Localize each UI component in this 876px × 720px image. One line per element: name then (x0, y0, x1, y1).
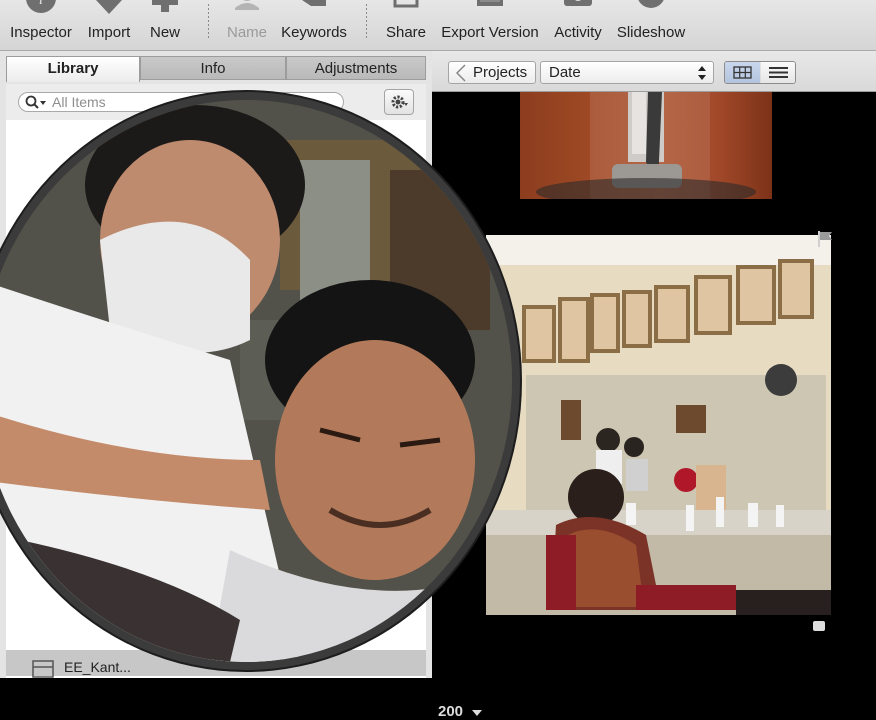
toolbar: i Inspector Import New Name Keywords (0, 0, 876, 51)
grid-view-button[interactable] (725, 62, 760, 83)
export-version-label: Export Version (441, 24, 539, 41)
search-icon (25, 95, 46, 109)
view-mode-control (724, 61, 796, 84)
name-button[interactable]: Name (222, 0, 272, 50)
select-arrows-icon (698, 66, 706, 80)
gear-icon (391, 95, 408, 109)
sort-value: Date (549, 64, 581, 81)
inspector-button[interactable]: i Inspector (4, 0, 78, 50)
slideshow-button[interactable]: Slideshow (612, 0, 690, 50)
search-placeholder: All Items (52, 94, 106, 110)
list-view-button[interactable] (761, 62, 795, 83)
name-label: Name (226, 24, 267, 41)
chevron-left-icon (455, 64, 466, 82)
tab-adjustments[interactable]: Adjustments (286, 56, 426, 80)
projects-back-button[interactable]: Projects (448, 61, 536, 84)
tab-library[interactable]: Library (6, 56, 140, 82)
projects-label: Projects (473, 64, 528, 81)
tab-info-label: Info (200, 60, 226, 77)
share-label: Share (385, 24, 427, 41)
tab-library-label: Library (47, 60, 99, 77)
loupe-magnified-image (0, 100, 512, 662)
keywords-button[interactable]: Keywords (278, 0, 350, 50)
tab-info[interactable]: Info (140, 56, 286, 80)
toolbar-separator (366, 4, 367, 38)
inspector-tabs: Library Info Adjustments (6, 56, 426, 82)
import-button[interactable]: Import (80, 0, 138, 50)
new-button[interactable]: New (142, 0, 188, 50)
toolbar-separator (208, 4, 209, 38)
activity-label: Activity (554, 24, 602, 41)
action-menu-button[interactable] (384, 89, 414, 115)
sort-select[interactable]: Date (540, 61, 714, 84)
share-icon (393, 0, 419, 8)
new-label: New (149, 24, 180, 41)
export-icon (477, 0, 503, 6)
project-box-icon (32, 660, 54, 678)
barbershop-image (486, 235, 831, 615)
info-icon: i (26, 0, 56, 13)
list-icon (769, 67, 788, 78)
plus-icon (152, 0, 178, 12)
import-arrow-icon (96, 0, 122, 14)
photo-thumbnail-tool[interactable] (520, 92, 772, 199)
activity-button[interactable]: Activity (550, 0, 606, 50)
stack-badge-icon[interactable] (813, 621, 825, 631)
browser-header: Projects Date (432, 51, 876, 92)
flag-icon[interactable] (816, 229, 836, 249)
activity-icon (564, 0, 592, 6)
grid-icon (733, 66, 752, 79)
share-button[interactable]: Share (382, 0, 430, 50)
count-chevron-icon (472, 710, 482, 716)
slideshow-label: Slideshow (616, 24, 686, 41)
tab-adjustments-label: Adjustments (314, 60, 398, 77)
person-icon (235, 0, 259, 10)
list-item-label: EE_Kant... (64, 659, 131, 675)
loupe-magnifier[interactable] (0, 92, 520, 670)
tag-icon (302, 0, 326, 6)
play-icon (638, 0, 664, 8)
thumbnail-count: 200 (438, 703, 464, 720)
svg-text:i: i (39, 0, 43, 8)
export-version-button[interactable]: Export Version (436, 0, 544, 50)
import-label: Import (87, 24, 131, 41)
photo-tool-image (536, 92, 756, 199)
inspector-label: Inspector (10, 24, 72, 41)
photo-thumbnail-barbershop[interactable] (486, 235, 831, 615)
keywords-label: Keywords (281, 24, 347, 41)
